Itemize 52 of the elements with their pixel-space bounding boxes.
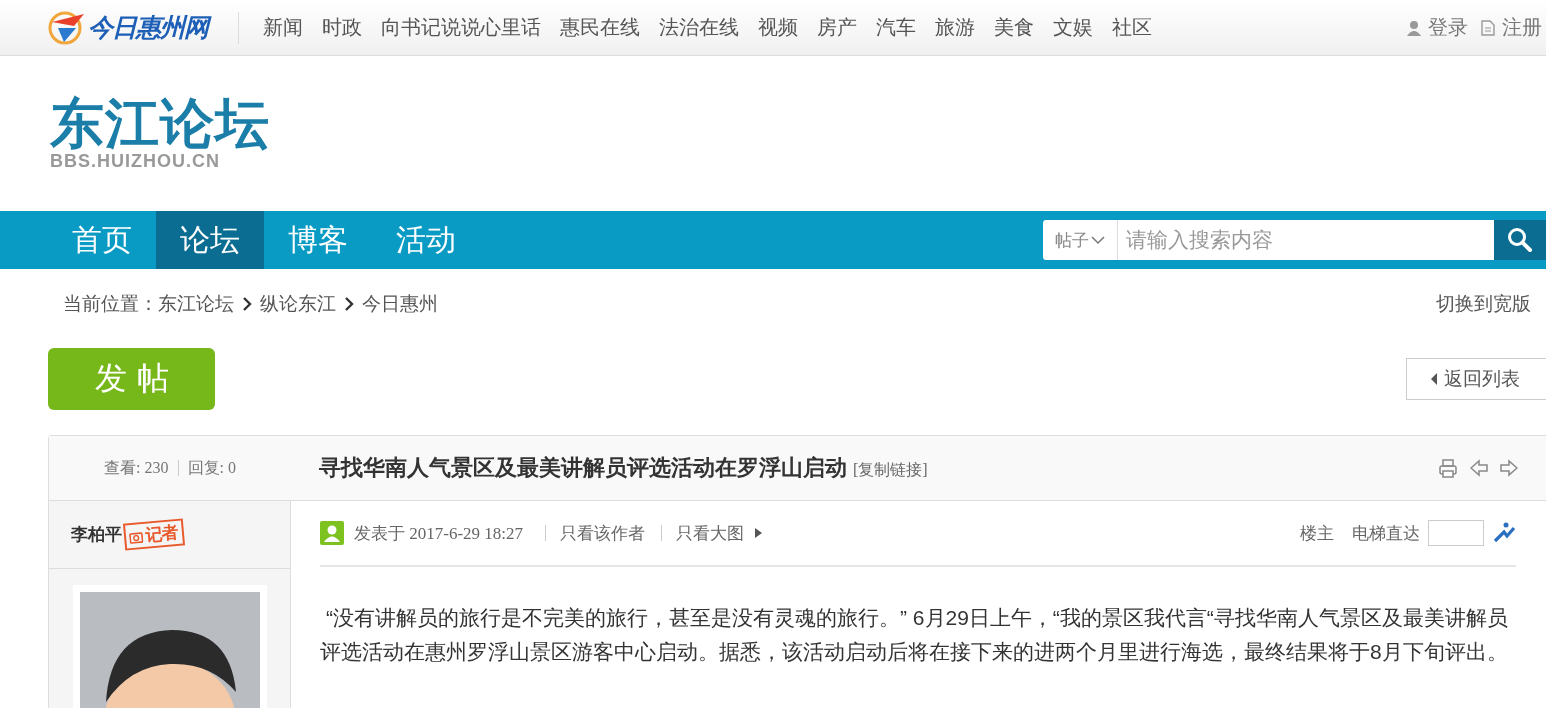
nav-tab[interactable]: 论坛 <box>156 211 264 269</box>
post-text: “没有讲解员的旅行是不完美的旅行，甚至是没有灵魂的旅行。” 6月29日上午，“我的景区我代言“寻找华南人气景区及最美讲解员评选活动在惠州罗浮山景区游客中心启动。据悉，该活动启动后将在接下来的进两个月里进行海选，最终结果将于8月下旬评出。 <box>320 605 1509 665</box>
nav-link[interactable]: 社区 <box>1112 14 1152 41</box>
floor-label: 楼主 <box>1300 522 1334 545</box>
author-name[interactable]: 李柏平 <box>71 523 122 546</box>
register-link[interactable]: 注册 <box>1480 14 1542 41</box>
forum-logo-subtitle: BBS.HUIZHOU.CN <box>50 151 220 172</box>
user-icon <box>1406 19 1422 36</box>
nav-link[interactable]: 惠民在线 <box>560 14 640 41</box>
search-field[interactable]: 请输入搜索内容 <box>1118 220 1494 260</box>
search-icon <box>1507 227 1533 253</box>
triangle-right-icon <box>754 527 764 539</box>
login-link[interactable]: 登录 <box>1406 14 1468 41</box>
post-date: 发表于 2017-6-29 18:27 <box>354 522 524 545</box>
copy-link[interactable]: [复制链接] <box>853 460 928 481</box>
nav-link[interactable]: 汽车 <box>876 14 916 41</box>
chevron-right-icon <box>344 296 354 312</box>
printer-icon <box>1438 458 1458 478</box>
filter-link[interactable]: 只看该作者 <box>560 521 646 545</box>
arrow-right-icon <box>1500 459 1518 477</box>
nav-link[interactable]: 法治在线 <box>659 14 739 41</box>
floor-number-field[interactable] <box>1428 520 1484 546</box>
flag-logo-icon <box>48 9 86 46</box>
nav-link[interactable]: 旅游 <box>935 14 975 41</box>
search-button[interactable] <box>1494 220 1546 260</box>
switch-width-link[interactable]: 切换到宽版 <box>1436 291 1531 317</box>
jump-icon <box>1492 522 1516 544</box>
search-scope-dropdown[interactable]: 帖子 <box>1043 220 1118 260</box>
filter-link[interactable]: 只看大图 <box>676 521 745 545</box>
breadcrumb-link[interactable]: 今日惠州 <box>362 291 438 317</box>
arrow-left-icon <box>1470 459 1488 477</box>
nav-link[interactable]: 向书记说说心里话 <box>381 14 541 41</box>
stat-text: 回复: 0 <box>187 457 236 478</box>
nav-link[interactable]: 时政 <box>322 14 362 41</box>
back-to-list-button[interactable]: 返回列表 <box>1406 358 1546 400</box>
nav-link[interactable]: 视频 <box>758 14 798 41</box>
chevron-right-icon <box>242 296 252 312</box>
nav-link[interactable]: 房产 <box>817 14 857 41</box>
breadcrumb-link[interactable]: 东江论坛 <box>158 291 234 317</box>
reporter-badge: 记者 <box>122 518 186 551</box>
nav-link[interactable]: 美食 <box>994 14 1034 41</box>
user-icon <box>320 521 344 545</box>
document-icon <box>1480 19 1496 36</box>
stat-text: 查看: 230 <box>104 457 169 478</box>
jump-label: 电梯直达 <box>1352 522 1420 545</box>
triangle-left-icon <box>1429 372 1438 386</box>
breadcrumb-link[interactable]: 纵论东江 <box>260 291 336 317</box>
nav-link[interactable]: 新闻 <box>263 14 303 41</box>
thread-title: 寻找华南人气景区及最美讲解员评选活动在罗浮山启动 <box>319 454 847 482</box>
chevron-down-icon <box>1091 235 1105 245</box>
breadcrumb-label: 当前位置： <box>63 292 158 316</box>
nav-link[interactable]: 文娱 <box>1053 14 1093 41</box>
